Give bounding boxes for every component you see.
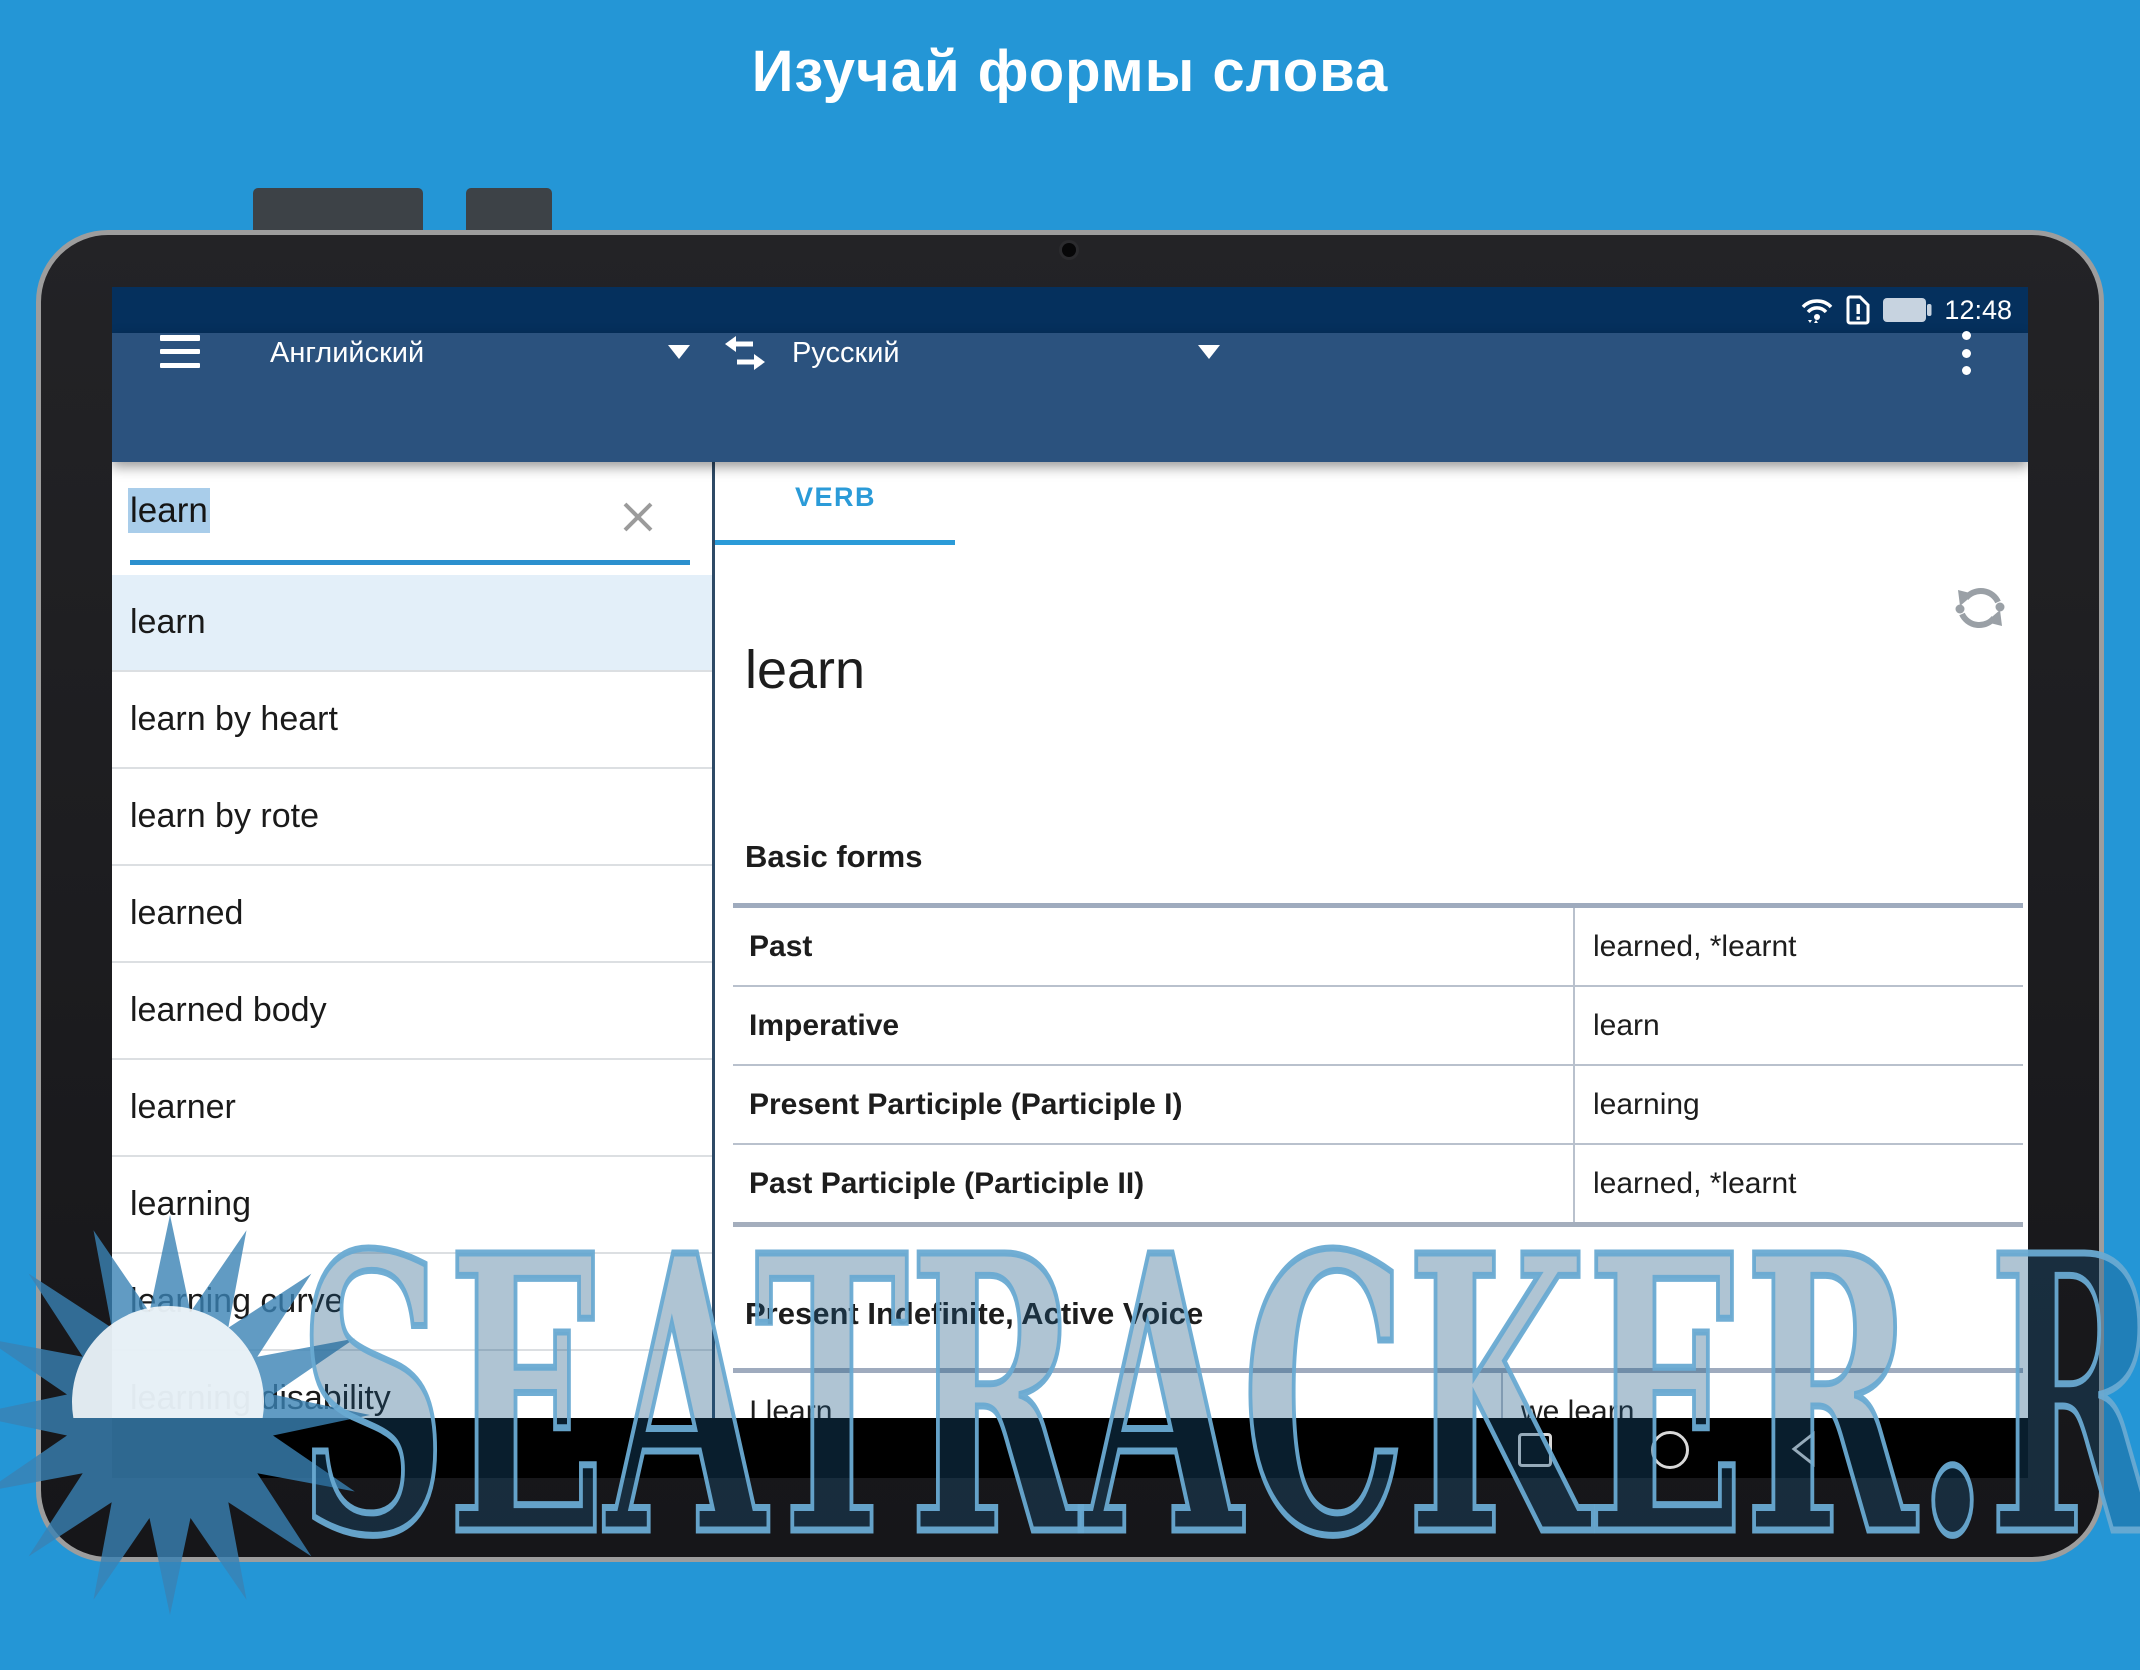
clear-search-icon[interactable] xyxy=(620,499,656,535)
tab-underline xyxy=(715,540,955,545)
section-title: Present Indefinite, Active Voice xyxy=(745,1296,1203,1332)
app-screen: 12:48 Английский Русский learn learn lea… xyxy=(112,287,2028,1478)
recents-button[interactable] xyxy=(1518,1433,1552,1467)
form-name: Imperative xyxy=(733,987,1575,1064)
swap-arrows-icon[interactable] xyxy=(720,332,770,374)
list-item[interactable]: learn by rote xyxy=(112,769,712,866)
clock: 12:48 xyxy=(1944,295,2012,326)
suggestion-list: learn learn by heart learn by rote learn… xyxy=(112,575,712,1448)
form-value: learned, *learnt xyxy=(1575,908,2023,985)
source-language-selector[interactable]: Английский xyxy=(270,337,424,370)
list-item-label: learn by heart xyxy=(130,700,338,739)
list-item-label: learning curve xyxy=(130,1282,344,1321)
form-name: Past xyxy=(733,908,1575,985)
search-input-value: learn xyxy=(128,488,210,533)
table-row: Past learned, *learnt xyxy=(733,908,2023,987)
menu-icon[interactable] xyxy=(160,335,200,368)
tab-verb[interactable]: VERB xyxy=(795,482,876,513)
list-item-label: learned body xyxy=(130,991,327,1030)
panel-divider xyxy=(712,462,715,1418)
target-language-selector[interactable]: Русский xyxy=(792,337,900,370)
chevron-down-icon[interactable] xyxy=(1198,345,1220,359)
search-input[interactable]: learn xyxy=(128,491,210,531)
headword: learn xyxy=(745,639,865,701)
list-item[interactable]: learner xyxy=(112,1060,712,1157)
wifi-icon xyxy=(1800,296,1834,324)
table-row: Present Participle (Participle I) learni… xyxy=(733,1066,2023,1145)
tablet-camera xyxy=(1062,243,1076,257)
list-item[interactable]: learn xyxy=(112,575,712,672)
sim-alert-icon xyxy=(1846,295,1870,325)
list-item[interactable]: learning curve xyxy=(112,1254,712,1351)
list-item[interactable]: learned body xyxy=(112,963,712,1060)
battery-icon xyxy=(1882,297,1932,323)
section-title: Basic forms xyxy=(745,839,922,875)
refresh-icon[interactable] xyxy=(1948,576,2012,640)
chevron-down-icon[interactable] xyxy=(668,345,690,359)
home-button[interactable] xyxy=(1651,1431,1689,1469)
list-item-label: learn by rote xyxy=(130,797,319,836)
list-item[interactable]: learning xyxy=(112,1157,712,1254)
list-item-label: learn xyxy=(130,603,206,642)
form-name: Present Participle (Participle I) xyxy=(733,1066,1575,1143)
status-bar: 12:48 xyxy=(112,287,2028,333)
list-item-label: learned xyxy=(130,894,243,933)
list-item-label: learning xyxy=(130,1185,251,1224)
table-row: Imperative learn xyxy=(733,987,2023,1066)
back-button[interactable] xyxy=(1790,1431,1816,1467)
list-item-label: learning disability xyxy=(130,1379,391,1418)
page-title: Изучай формы слова xyxy=(0,38,2140,105)
list-item[interactable]: learn by heart xyxy=(112,672,712,769)
table-row: Past Participle (Participle II) learned,… xyxy=(733,1145,2023,1222)
overflow-menu-icon[interactable] xyxy=(1960,331,1972,375)
form-value: learned, *learnt xyxy=(1575,1145,2023,1222)
basic-forms-table: Past learned, *learnt Imperative learn P… xyxy=(733,903,2023,1227)
search-underline xyxy=(130,560,690,565)
form-name: Past Participle (Participle II) xyxy=(733,1145,1575,1222)
list-item-label: learner xyxy=(130,1088,236,1127)
form-value: learn xyxy=(1575,987,2023,1064)
list-item[interactable]: learned xyxy=(112,866,712,963)
form-value: learning xyxy=(1575,1066,2023,1143)
android-nav-bar xyxy=(112,1418,2028,1478)
